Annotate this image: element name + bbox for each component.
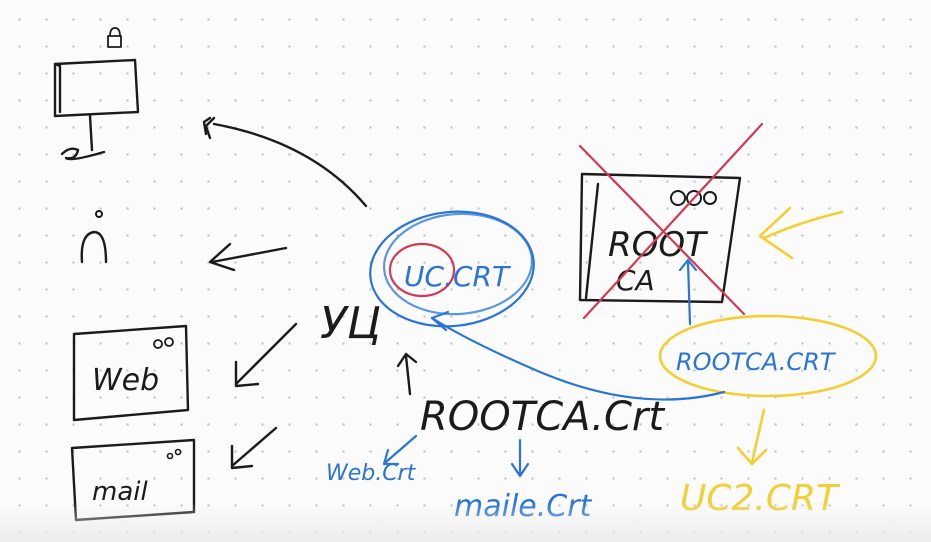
monitor-icon: [53, 58, 140, 161]
lock-icon: [107, 27, 122, 48]
yellow-arrow-right: [758, 206, 844, 260]
arrow-to-monitor: [202, 116, 368, 208]
web-box-label: Web: [92, 363, 159, 398]
rootca-crt-blue-label: ROOTCA.CRT: [676, 348, 837, 376]
arrow-up-from-rootca: [396, 352, 418, 396]
arrow-to-person: [208, 242, 288, 272]
arrow-to-mail-crt: [510, 438, 530, 478]
yellow-arrow-down: [736, 408, 768, 466]
web-crt-label: Web.Crt: [326, 461, 417, 486]
rootca-crt-black-label: ROOTCA.Crt: [420, 394, 665, 440]
bottom-shadow: [0, 502, 931, 542]
whiteboard: Web mail УЦ UC.CRT ROOT CA ROOTCA.CRT RO…: [0, 0, 931, 542]
root-box-label: ROOT: [608, 225, 708, 265]
arrow-to-mail: [230, 426, 278, 470]
blue-line-root-to-crt: [686, 260, 692, 326]
root-box-sublabel: CA: [616, 264, 655, 297]
arrow-to-web: [234, 322, 298, 388]
sketch-canvas: Web mail УЦ UC.CRT ROOT CA ROOTCA.CRT RO…: [53, 27, 878, 524]
uc-scribble: УЦ: [320, 298, 381, 349]
rootca-crt-group: ROOTCA.CRT: [658, 314, 878, 398]
arrow-to-web-crt: [382, 434, 418, 466]
uc-crt-group: UC.CRT: [369, 210, 535, 328]
web-server-box: Web: [72, 324, 190, 422]
person-icon: [80, 210, 108, 264]
uc-crt-label: UC.CRT: [404, 260, 511, 293]
root-ca-box: ROOT CA: [578, 172, 742, 304]
